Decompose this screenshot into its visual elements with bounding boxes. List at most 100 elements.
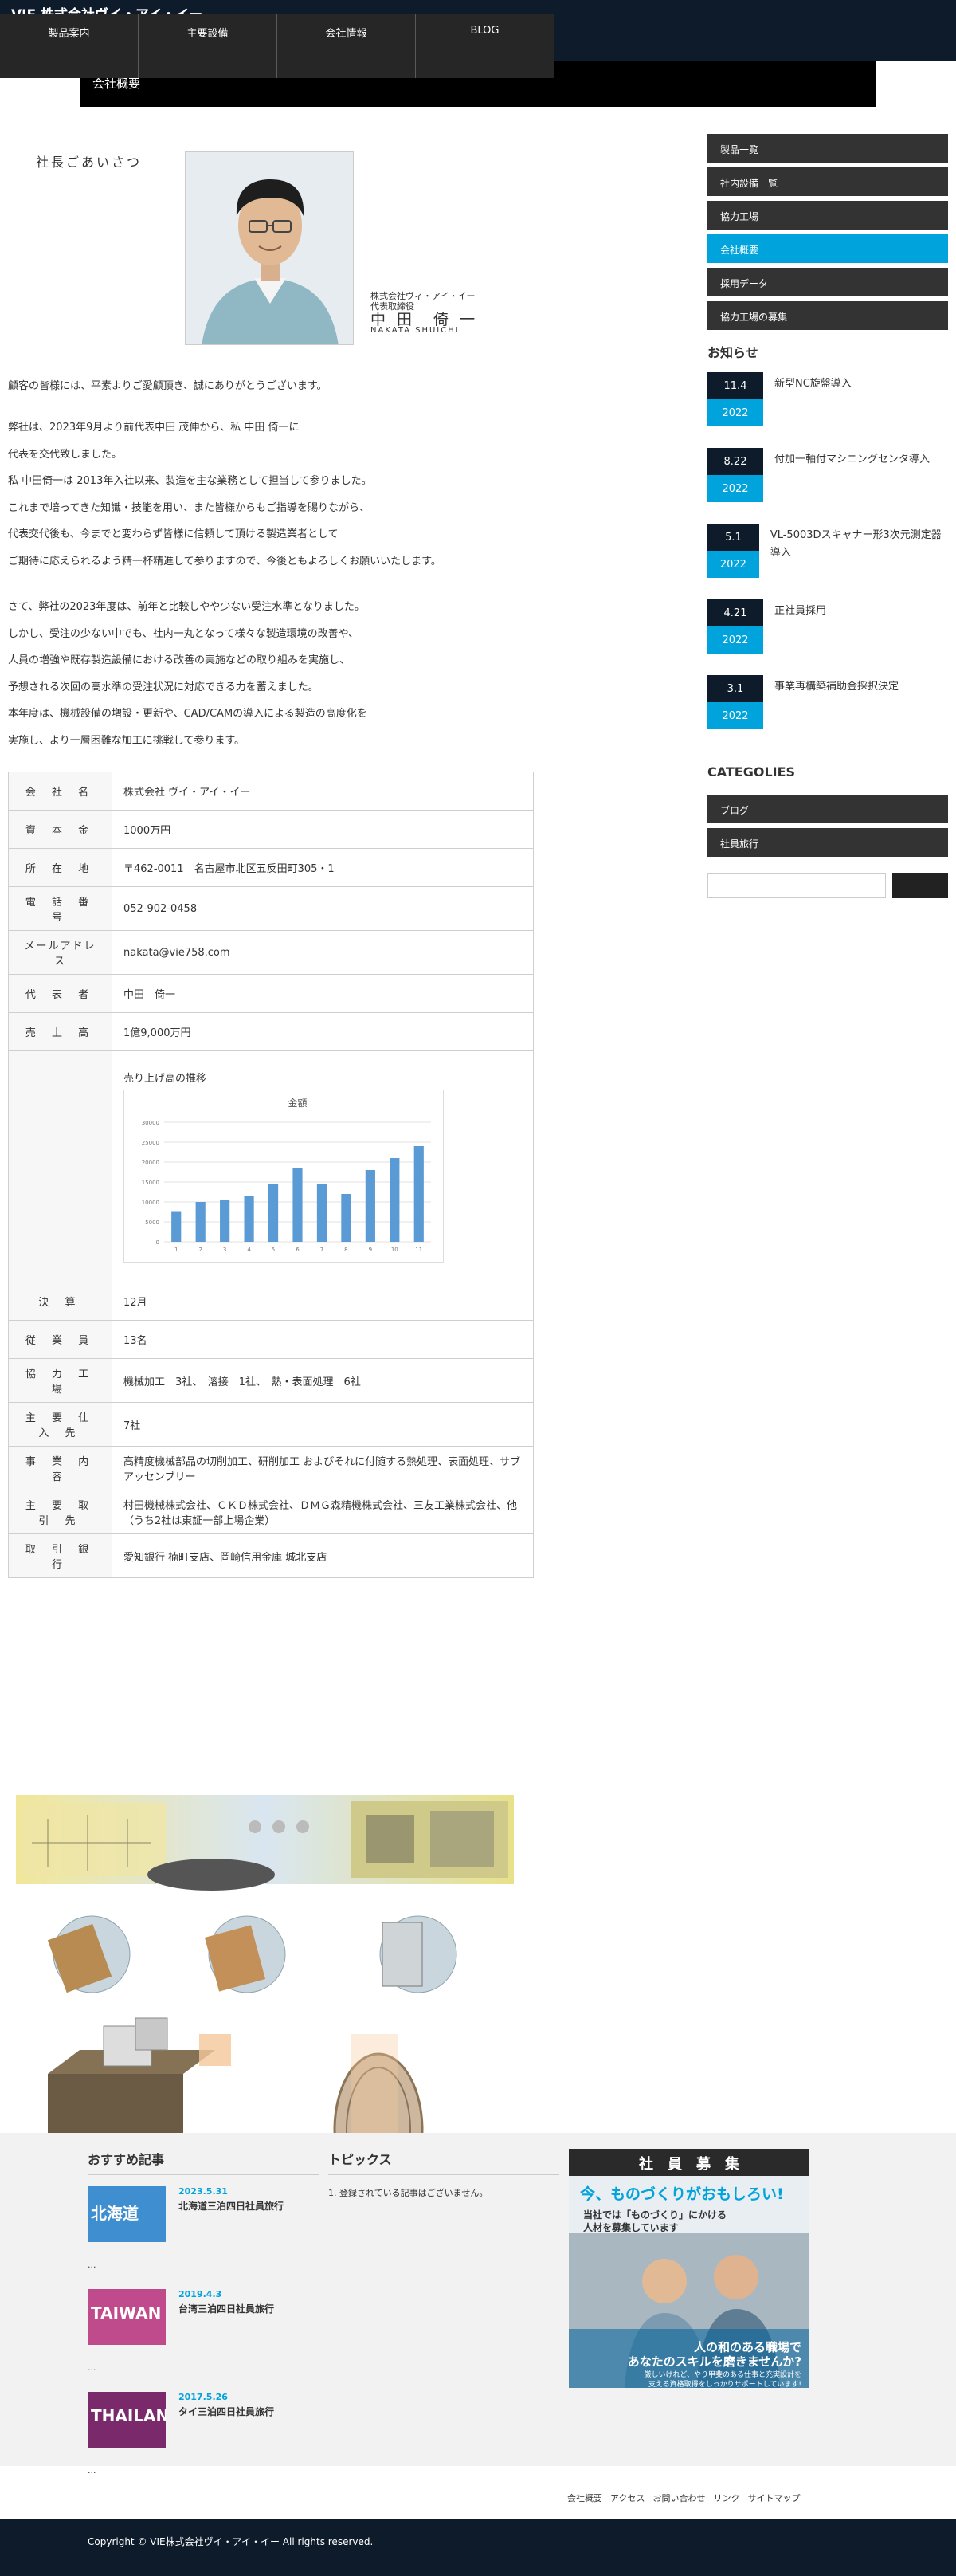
chart-bar xyxy=(390,1158,400,1242)
news-title[interactable]: 正社員採用 xyxy=(763,599,826,657)
side-menu-item[interactable]: 社内設備一覧 xyxy=(707,167,948,196)
news-title[interactable]: 新型NC旋盤導入 xyxy=(763,372,852,430)
recommended-item[interactable]: 北海道 2023.5.31 北海道三泊四日社員旅行... xyxy=(88,2186,319,2278)
x-tick-label: 5 xyxy=(272,1247,275,1253)
article-title[interactable]: タイ三泊四日社員旅行 xyxy=(178,2405,274,2418)
chart-bar xyxy=(316,1184,327,1242)
footer-link[interactable]: サイトマップ xyxy=(747,2493,800,2503)
thumbnail-label: 北海道 xyxy=(91,2204,139,2223)
chart-title: 金額 xyxy=(288,1097,307,1109)
table-row: 電 話 番 号 052-902-0458 xyxy=(8,886,534,931)
category-item[interactable]: ブログ xyxy=(707,795,948,823)
copyright-bar: Copyright © VIE株式会社ヴイ・アイ・イー All rights r… xyxy=(0,2519,956,2576)
table-row: 主 要 取 引 先村田機械株式会社、ＣＫＤ株式会社、ＤＭＧ森精機株式会社、三友工… xyxy=(8,1490,534,1534)
info-key: 事 業 内 容 xyxy=(8,1446,112,1490)
thumbnail-label: TAIWAN xyxy=(91,2303,162,2323)
news-item[interactable]: 11.4 2022 新型NC旋盤導入 xyxy=(707,372,948,430)
news-item[interactable]: 8.22 2022 付加一軸付マシニングセンタ導入 xyxy=(707,448,948,505)
article-date: 2019.4.3 xyxy=(178,2289,222,2299)
sig-company: 株式会社ヴィ・アイ・イー xyxy=(370,291,476,301)
side-menu-item[interactable]: 協力工場の募集 xyxy=(707,301,948,330)
x-tick-label: 3 xyxy=(223,1247,226,1253)
info-key: 主 要 取 引 先 xyxy=(8,1490,112,1534)
x-tick-label: 11 xyxy=(415,1247,422,1253)
news-date: 5.1 2022 xyxy=(707,524,759,581)
chart-bar xyxy=(171,1211,182,1242)
search-button[interactable] xyxy=(892,873,948,898)
side-menu-item[interactable]: 協力工場 xyxy=(707,201,948,230)
category-item[interactable]: 社員旅行 xyxy=(707,828,948,857)
x-tick-label: 7 xyxy=(320,1247,323,1253)
news-item[interactable]: 5.1 2022 VL-5003Dスキャナー形3次元測定器導入 xyxy=(707,524,948,581)
article-date: 2017.5.26 xyxy=(178,2392,228,2402)
side-menu-item[interactable]: 採用データ xyxy=(707,268,948,296)
recommended-item[interactable]: TAIWAN 2019.4.3 台湾三泊四日社員旅行... xyxy=(88,2289,319,2381)
info-key: 取 引 銀 行 xyxy=(8,1533,112,1578)
greeting-line: 私 中田倚一は 2013年入社以来、製造を主な業務として担当して参りました。 xyxy=(8,475,372,487)
topics-empty: 1. 登録されている記事はございません。 xyxy=(328,2188,488,2198)
news-title[interactable]: 付加一軸付マシニングセンタ導入 xyxy=(763,448,930,505)
news-date: 11.4 2022 xyxy=(707,372,763,430)
sidebar: 製品一覧社内設備一覧 協力工場会社概要採用データ協力工場の募集 お知らせ 11.4… xyxy=(707,134,948,898)
info-key: 売 上 高 xyxy=(8,1012,112,1051)
nav-item-equipment[interactable]: 主要設備 xyxy=(139,14,277,78)
article-more: ... xyxy=(88,2362,96,2373)
table-row: 資 本 金 1000万円 xyxy=(8,810,534,849)
news-title[interactable]: 事業再構築補助金採択決定 xyxy=(763,675,899,732)
president-signature: 株式会社ヴィ・アイ・イー 代表取締役 中 田 倚 一 NAKATA SHUICH… xyxy=(370,291,478,336)
news-day: 5.1 xyxy=(707,524,759,551)
info-value: 052-902-0458 xyxy=(112,886,534,931)
info-value: 高精度機械部品の切削加工、研削加工 およびそれに付随する熱処理、表面処理、サブア… xyxy=(112,1446,534,1490)
footer-link[interactable]: アクセス xyxy=(610,2493,645,2503)
news-heading: お知らせ xyxy=(707,345,758,360)
info-key: 主 要 仕 入 先 xyxy=(8,1402,112,1447)
article-thumbnail[interactable]: THAILAN xyxy=(88,2392,166,2448)
chart-bar xyxy=(292,1168,303,1242)
footer: おすすめ記事 北海道 2023.5.31 北海道三泊四日社員旅行... TAIWAN 2… xyxy=(0,2133,956,2503)
side-menu-item[interactable]: 会社概要 xyxy=(707,234,948,263)
chart-caption: 売り上げ高の推移 xyxy=(123,1073,207,1085)
nav-item-company[interactable]: 会社情報 xyxy=(277,14,416,78)
news-item[interactable]: 4.21 2022 正社員採用 xyxy=(707,599,948,657)
news-date: 4.21 2022 xyxy=(707,599,763,657)
x-tick-label: 10 xyxy=(391,1247,398,1253)
greeting-line: ご期待に応えられるよう精一杯精進して参りますので、今後ともよろしくお願いいたしま… xyxy=(8,555,441,567)
greeting-line: 顧客の皆様には、平素よりご愛顧頂き、誠にありがとうございます。 xyxy=(8,380,327,392)
search-input[interactable] xyxy=(707,873,886,898)
article-thumbnail[interactable]: 北海道 xyxy=(88,2186,166,2242)
news-date: 3.1 2022 xyxy=(707,675,763,732)
sig-name: 中 田 倚 一 xyxy=(370,311,479,328)
footer-links: 会社概要 アクセス お問い合わせ リンク サイトマップ xyxy=(567,2492,808,2504)
article-title[interactable]: 台湾三泊四日社員旅行 xyxy=(178,2302,274,2315)
article-thumbnail[interactable]: TAIWAN xyxy=(88,2289,166,2345)
article-title[interactable]: 北海道三泊四日社員旅行 xyxy=(178,2199,284,2213)
nav-item-products[interactable]: 製品案内 xyxy=(0,14,139,78)
company-info-table: 会 社 名株式会社 ヴイ・アイ・イー資 本 金 1000万円所 在 地〒462-0… xyxy=(8,772,534,1578)
recommended-item[interactable]: THAILAN 2017.5.26 タイ三泊四日社員旅行... xyxy=(88,2392,319,2484)
sales-chart: 金額 0 5000 10000 15000 20000 25000 30000 1 2 3 4 5 6 7 8… xyxy=(123,1090,444,1263)
recruit-banner[interactable]: 社 員 募 集 今、ものづくりがおもしろい! 当社では「ものづくり」にかける 人… xyxy=(569,2149,809,2388)
info-value: 村田機械株式会社、ＣＫＤ株式会社、ＤＭＧ森精機株式会社、三友工業株式会社、他（う… xyxy=(112,1490,534,1534)
table-row: 主 要 仕 入 先 7社 xyxy=(8,1402,534,1447)
footer-link[interactable]: リンク xyxy=(713,2493,739,2503)
x-tick-label: 8 xyxy=(344,1247,347,1253)
footer-link[interactable]: 会社概要 xyxy=(567,2493,602,2503)
x-tick-label: 4 xyxy=(247,1247,251,1253)
info-value: 7社 xyxy=(112,1402,534,1447)
chart-bar xyxy=(413,1146,424,1242)
sales-chart-cell: 売り上げ高の推移 金額 0 5000 10000 15000 20000 25000 3000… xyxy=(112,1050,534,1282)
info-value: 株式会社 ヴイ・アイ・イー xyxy=(112,772,534,811)
nav-item-blog[interactable]: BLOG xyxy=(416,14,554,78)
news-year: 2022 xyxy=(707,399,763,426)
side-menu-item[interactable]: 製品一覧 xyxy=(707,134,948,163)
news-title[interactable]: VL-5003Dスキャナー形3次元測定器導入 xyxy=(759,524,948,581)
sales-chart-svg: 金額 0 5000 10000 15000 20000 25000 30000 1 2 3 4 5 6 7 8… xyxy=(142,1097,431,1253)
x-tick-label: 9 xyxy=(369,1247,372,1253)
chart-bar xyxy=(220,1200,230,1242)
side-menu: 製品一覧社内設備一覧 協力工場会社概要採用データ協力工場の募集 xyxy=(707,134,948,330)
greeting-paragraph-1: 顧客の皆様には、平素よりご愛顧頂き、誠にありがとうございます。 xyxy=(8,373,327,400)
news-item[interactable]: 3.1 2022 事業再構築補助金採択決定 xyxy=(707,675,948,732)
footer-link[interactable]: お問い合わせ xyxy=(652,2493,705,2503)
info-value: 中田 倚一 xyxy=(112,974,534,1013)
y-tick-label: 0 xyxy=(156,1239,159,1246)
